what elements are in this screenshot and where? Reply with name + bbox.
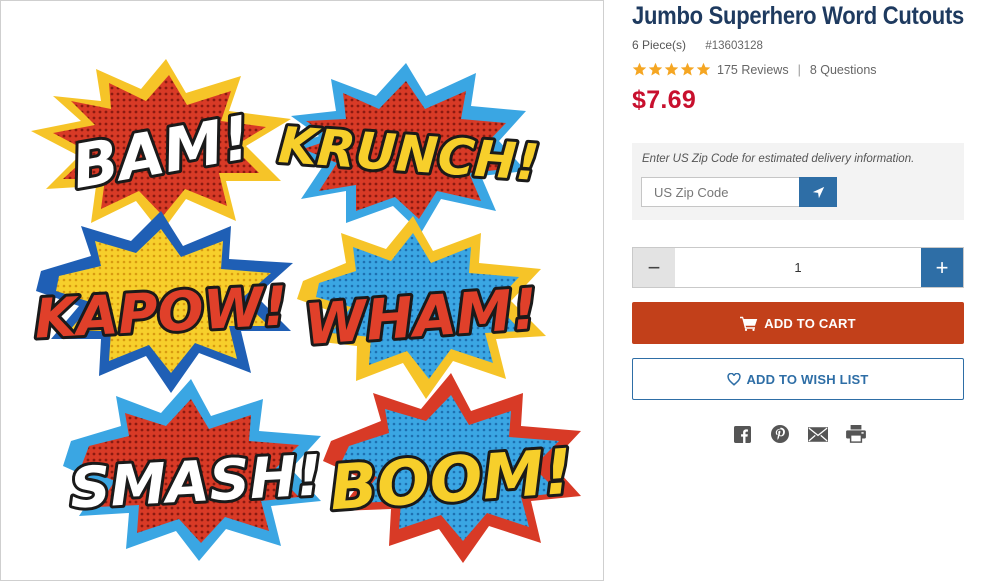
product-image[interactable]: BAM! KRUNCH! KAPOW! WHAM! SMASH! BOOM! [0,0,604,581]
rating-separator: | [797,62,801,77]
cutout-kapow-text: KAPOW! [33,274,289,350]
product-image-art: BAM! KRUNCH! KAPOW! WHAM! SMASH! BOOM! [30,59,581,563]
cutout-kapow: KAPOW! [30,211,293,393]
rating-row: 175 Reviews | 8 Questions [632,62,877,77]
quantity-increase-button[interactable]: + [921,248,963,287]
add-to-wish-list-button[interactable]: ADD TO WISH LIST [632,358,964,400]
questions-link[interactable]: 8 Questions [810,63,877,77]
share-icons [732,424,866,444]
star-icon [664,62,679,76]
facebook-icon[interactable] [732,424,752,444]
cutout-boom: BOOM! [323,373,581,563]
zip-submit-button[interactable] [799,177,837,207]
pinterest-icon[interactable] [770,424,790,444]
star-icon [696,62,711,76]
add-to-cart-button[interactable]: ADD TO CART [632,302,964,344]
piece-count: 6 Piece(s) [632,38,687,52]
location-arrow-icon [812,186,824,198]
sku-number: #13603128 [705,40,763,52]
cutout-boom-text: BOOM! [327,435,574,525]
quantity-stepper: − 1 + [632,247,964,288]
cutout-smash-text: SMASH! [68,443,323,521]
cutout-bam: BAM! [31,59,291,233]
star-icon [648,62,663,76]
zip-code-input[interactable] [641,177,799,207]
product-title: Jumbo Superhero Word Cutouts [632,2,964,30]
star-icon [680,62,695,76]
cutout-wham: WHAM! [297,216,546,399]
heart-icon [727,372,742,386]
cutout-smash: SMASH! [63,379,327,561]
quantity-input[interactable]: 1 [675,248,921,287]
zip-hint: Enter US Zip Code for estimated delivery… [642,153,915,165]
print-icon[interactable] [846,424,866,444]
quantity-decrease-button[interactable]: − [633,248,675,287]
star-rating[interactable] [632,62,711,77]
email-icon[interactable] [808,424,828,444]
cart-icon [740,316,758,331]
zip-code-panel: Enter US Zip Code for estimated delivery… [632,143,964,220]
star-icon [632,62,647,76]
product-price: $7.69 [632,86,697,114]
product-meta: 6 Piece(s) #13603128 [632,38,763,52]
add-to-cart-label: ADD TO CART [764,315,856,331]
cutout-krunch: KRUNCH! [274,63,544,233]
zip-row [641,177,837,207]
add-to-wish-list-label: ADD TO WISH LIST [746,371,869,387]
reviews-link[interactable]: 175 Reviews [717,63,789,77]
